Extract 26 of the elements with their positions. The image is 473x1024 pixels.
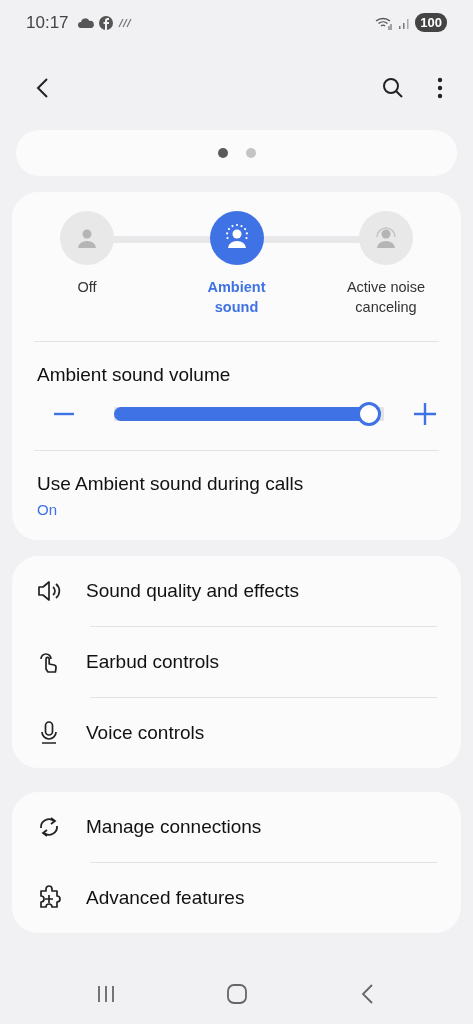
volume-title: Ambient sound volume — [36, 363, 232, 386]
page-indicator-dot[interactable] — [245, 148, 256, 158]
speaker-icon — [36, 578, 62, 604]
wifi-icon — [375, 15, 394, 30]
menu-item[interactable]: Sound quality and effects — [86, 580, 300, 602]
menu-item[interactable]: Manage connections — [86, 816, 262, 838]
setting-value: On — [37, 501, 58, 518]
mode-button[interactable] — [209, 211, 264, 265]
mode-label: Active noise canceling — [345, 278, 427, 317]
menu-item[interactable]: Voice controls — [86, 722, 205, 744]
setting-title[interactable]: Use Ambient sound during calls — [37, 473, 436, 495]
search-icon[interactable] — [381, 75, 405, 100]
signal-icon — [398, 16, 411, 29]
more-options-icon[interactable] — [437, 76, 443, 99]
plus-icon[interactable] — [413, 402, 437, 426]
status-time: 10:17 — [26, 12, 69, 33]
page-indicator-dot[interactable] — [217, 148, 228, 158]
stripes-icon — [117, 17, 132, 28]
mode-label: Ambient sound — [206, 278, 267, 317]
home-icon[interactable] — [226, 983, 249, 1005]
mode-label: Off — [76, 278, 98, 297]
menu-item[interactable]: Advanced features — [86, 887, 245, 909]
cloud-icon — [77, 17, 94, 28]
notification-icon — [98, 15, 113, 30]
battery-level: 100 — [415, 13, 447, 32]
menu-item[interactable]: Earbud controls — [86, 651, 220, 673]
